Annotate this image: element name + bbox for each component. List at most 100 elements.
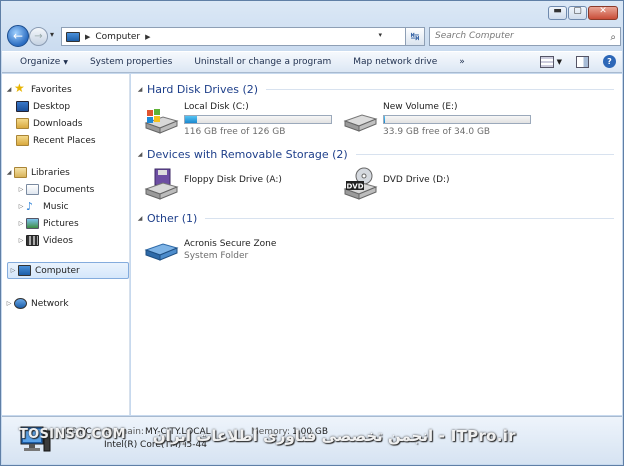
nav-network[interactable]: ▷ Network (2, 295, 129, 312)
command-bar: Organize ▼ System properties Uninstall or… (2, 51, 622, 73)
group-collapse-icon[interactable]: ◢ (133, 86, 147, 93)
drive-dvd-d[interactable]: DVD DVD Drive (D:) (342, 167, 450, 201)
desktop-icon (16, 101, 29, 112)
acronis-secure-zone[interactable]: Acronis Secure Zone System Folder (143, 236, 276, 270)
drive-local-c[interactable]: Local Disk (C:) 116 GB free of 126 GB (143, 101, 332, 138)
drive-new-volume-e[interactable]: New Volume (E:) 33.9 GB free of 34.0 GB (342, 101, 531, 138)
network-icon (14, 298, 27, 309)
nav-music[interactable]: ▷ ♪ Music (2, 198, 129, 215)
drive-name: Local Disk (C:) (184, 102, 249, 112)
nav-pictures-label: Pictures (43, 218, 79, 229)
drive-name: New Volume (E:) (383, 102, 458, 112)
nav-libraries-label: Libraries (31, 167, 70, 178)
nav-pictures[interactable]: ▷ Pictures (2, 215, 129, 232)
pictures-icon (26, 218, 39, 229)
recent-places-icon (16, 135, 29, 146)
close-button[interactable]: ✕ (588, 6, 618, 20)
group-collapse-icon[interactable]: ◢ (133, 215, 147, 222)
star-icon: ★ (14, 81, 25, 95)
forward-button[interactable]: → (29, 27, 48, 46)
nav-recent-places[interactable]: Recent Places (2, 132, 129, 149)
music-icon: ♪ (26, 200, 34, 213)
libraries-icon (14, 167, 27, 178)
preview-pane-icon[interactable] (576, 55, 589, 68)
nav-documents[interactable]: ▷ Documents (2, 181, 129, 198)
group-divider (205, 217, 614, 219)
address-dropdown-icon[interactable]: ▾ (378, 31, 382, 39)
watermark-itpro: ITPro.ir - انجمن تخصصی فناوری اطلاعات ای… (153, 427, 516, 445)
group-title: Other (1) (147, 211, 198, 225)
minimize-icon: ▬ (553, 6, 562, 16)
nav-videos-label: Videos (43, 235, 73, 246)
nav-network-label: Network (31, 298, 69, 309)
chevron-down-icon: ▼ (63, 59, 68, 66)
more-commands-button[interactable]: » (448, 57, 476, 67)
nav-desktop-label: Desktop (33, 101, 71, 112)
refresh-button[interactable]: ↹ (405, 27, 425, 46)
collapsed-arrow-icon[interactable]: ▷ (16, 203, 26, 210)
dvd-drive-icon: DVD (342, 167, 378, 201)
minimize-button[interactable]: ▬ (548, 6, 567, 20)
search-placeholder: Search Computer (435, 31, 514, 41)
item-name: Acronis Secure Zone (184, 239, 277, 249)
breadcrumb-computer[interactable]: Computer (95, 32, 140, 42)
nav-favorites-label: Favorites (31, 84, 72, 95)
group-title: Devices with Removable Storage (2) (147, 147, 348, 161)
search-input[interactable]: Search Computer ⌕ (429, 27, 621, 46)
group-removable-storage[interactable]: ◢ Devices with Removable Storage (2) (131, 145, 622, 163)
group-collapse-icon[interactable]: ◢ (133, 151, 147, 158)
group-title: Hard Disk Drives (2) (147, 82, 259, 96)
expanded-arrow-icon[interactable]: ◢ (4, 169, 14, 176)
drive-usage-bar (184, 115, 332, 124)
map-network-drive-button[interactable]: Map network drive (342, 57, 448, 67)
maximize-button[interactable]: ▢ (568, 6, 587, 20)
system-properties-button[interactable]: System properties (79, 57, 183, 67)
drive-floppy-a[interactable]: Floppy Disk Drive (A:) (143, 167, 282, 201)
nav-recent-label: Recent Places (33, 135, 96, 146)
nav-computer[interactable]: ▷ Computer (7, 262, 129, 279)
nav-documents-label: Documents (43, 184, 95, 195)
nav-desktop[interactable]: Desktop (2, 98, 129, 115)
nav-videos[interactable]: ▷ Videos (2, 232, 129, 249)
computer-icon (18, 265, 31, 276)
breadcrumb-separator-icon[interactable]: ▶ (145, 33, 150, 41)
collapsed-arrow-icon[interactable]: ▷ (16, 237, 26, 244)
drive-free-space: 116 GB free of 126 GB (184, 127, 286, 137)
address-bar[interactable]: ▶ Computer ▶ ▾ (61, 27, 407, 46)
nav-libraries[interactable]: ◢ Libraries (2, 164, 129, 181)
uninstall-program-button[interactable]: Uninstall or change a program (183, 57, 342, 67)
hard-drive-windows-icon (143, 101, 179, 135)
group-other[interactable]: ◢ Other (1) (131, 209, 622, 227)
drive-name: Floppy Disk Drive (A:) (184, 175, 282, 185)
collapsed-arrow-icon[interactable]: ▷ (16, 186, 26, 193)
collapsed-arrow-icon[interactable]: ▷ (8, 267, 18, 274)
nav-music-label: Music (43, 201, 69, 212)
search-icon[interactable]: ⌕ (610, 29, 616, 46)
recent-pages-dropdown-icon[interactable]: ▾ (50, 30, 54, 39)
drive-name: DVD Drive (D:) (383, 175, 450, 185)
back-button[interactable]: ← (7, 25, 29, 47)
help-icon[interactable]: ? (603, 55, 616, 68)
organize-button[interactable]: Organize ▼ (2, 57, 79, 67)
downloads-folder-icon (16, 118, 29, 129)
caption-buttons: ▬ ▢ ✕ (547, 6, 618, 20)
navigation-bar: ← → ▾ ▶ Computer ▶ ▾ ↹ Search Computer ⌕ (5, 25, 621, 47)
drive-usage-fill (185, 116, 197, 123)
expanded-arrow-icon[interactable]: ◢ (4, 86, 14, 93)
view-dropdown-icon[interactable]: ▼ (557, 58, 562, 66)
back-arrow-icon: ← (12, 29, 24, 43)
group-hard-disk-drives[interactable]: ◢ Hard Disk Drives (2) (131, 80, 622, 98)
group-divider (355, 153, 614, 155)
nav-downloads-label: Downloads (33, 118, 83, 129)
content-pane: ◢ Hard Disk Drives (2) Local Disk (C:) 1… (131, 74, 622, 415)
forward-arrow-icon: → (34, 31, 43, 42)
change-view-icon[interactable] (539, 55, 554, 68)
nav-downloads[interactable]: Downloads (2, 115, 129, 132)
nav-favorites[interactable]: ◢ ★ Favorites (2, 81, 129, 98)
explorer-window: ▬ ▢ ✕ ← → ▾ ▶ Computer ▶ ▾ ↹ Search Comp… (0, 0, 624, 466)
watermark-tosinso: TOSINSO.COM (19, 427, 126, 442)
collapsed-arrow-icon[interactable]: ▷ (4, 300, 14, 307)
group-divider (266, 88, 614, 90)
breadcrumb-separator-icon[interactable]: ▶ (85, 33, 90, 41)
collapsed-arrow-icon[interactable]: ▷ (16, 220, 26, 227)
